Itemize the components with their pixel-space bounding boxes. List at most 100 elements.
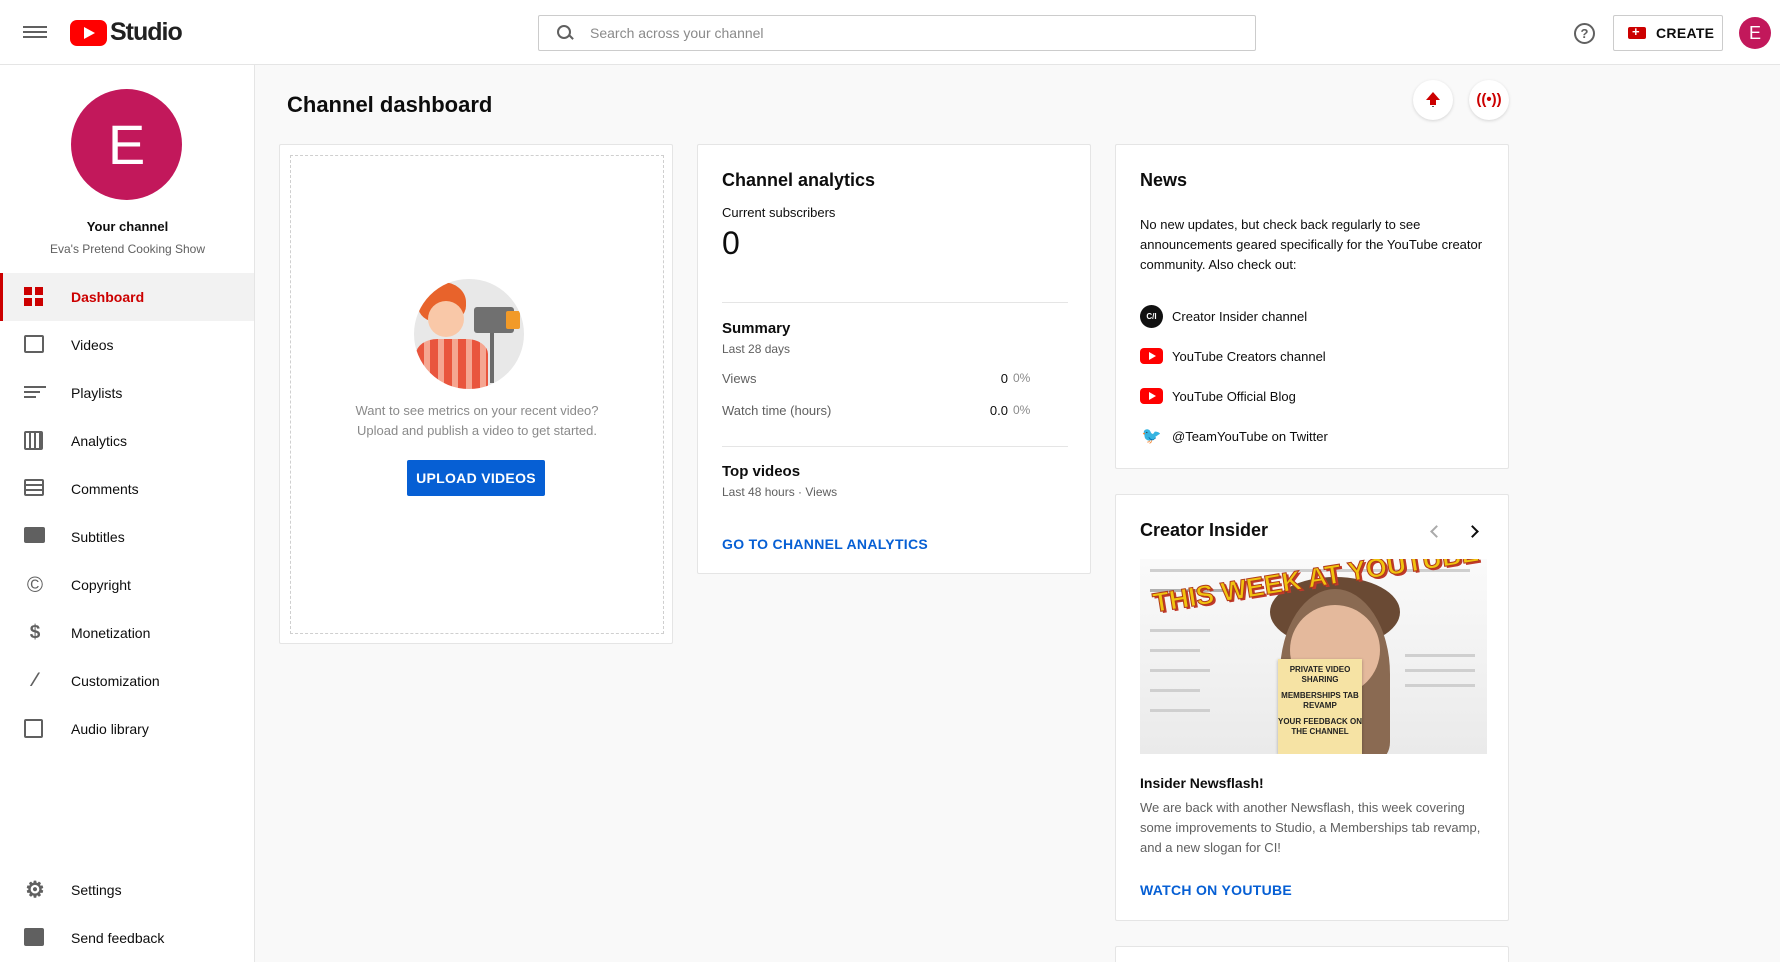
upload-card: Want to see metrics on your recent video… — [279, 144, 673, 644]
metric-label: Views — [722, 371, 757, 386]
copyright-icon: © — [26, 572, 44, 597]
dashboard-icon — [24, 287, 43, 306]
news-link-label: @TeamYouTube on Twitter — [1172, 428, 1328, 444]
sidebar-item-customization[interactable]: ⁄ Customization — [0, 657, 254, 705]
news-text: No new updates, but check back regularly… — [1140, 217, 1483, 272]
upload-button[interactable] — [1413, 80, 1453, 120]
page-title: Channel dashboard — [287, 92, 493, 117]
youtube-icon — [1140, 388, 1163, 404]
sidebar-item-monetization[interactable]: $ Monetization — [0, 609, 254, 657]
sidebar-item-label: Analytics — [71, 433, 128, 449]
video-title: Insider Newsflash! — [1140, 775, 1264, 791]
sidebar-item-audio-library[interactable]: Audio library — [0, 705, 254, 753]
video-thumbnail[interactable]: PRIVATE VIDEO SHARING MEMBERSHIPS TAB RE… — [1140, 559, 1487, 754]
upload-videos-button[interactable]: UPLOAD VIDEOS — [407, 460, 545, 496]
channel-avatar[interactable]: E — [71, 89, 182, 200]
videos-icon — [24, 335, 44, 353]
subscribers-value: 0 — [722, 225, 740, 261]
sidebar-item-label: Playlists — [71, 385, 123, 401]
card-title: News — [1140, 170, 1188, 190]
upload-help-line: Upload and publish a video to get starte… — [357, 423, 597, 438]
channel-title: Your channel — [86, 219, 169, 234]
creator-insider-card: Creator Insider PRIVATE VIDEO SHARING ME… — [1115, 494, 1509, 921]
top-videos-period: Last 48 hours · Views — [722, 485, 838, 499]
account-avatar[interactable]: E — [1739, 17, 1771, 49]
card-title: Creator Insider — [1140, 520, 1269, 540]
channel-analytics-card: Channel analytics Current subscribers 0 … — [697, 144, 1091, 574]
youtube-logo-icon — [70, 19, 107, 46]
divider — [722, 446, 1068, 447]
thumbnail-note-line: YOUR FEEDBACK ON THE CHANNEL — [1278, 717, 1363, 736]
subtitles-icon — [24, 527, 45, 543]
teamyoutube-twitter-link[interactable]: 🐦 @TeamYouTube on Twitter — [1140, 425, 1328, 447]
videographer-illustration — [414, 279, 524, 389]
divider — [722, 302, 1068, 303]
news-link-label: YouTube Creators channel — [1172, 348, 1326, 364]
metric-value: 0.0 — [989, 403, 1008, 418]
sidebar-item-dashboard[interactable]: Dashboard — [0, 273, 254, 321]
upload-dropzone — [290, 155, 664, 634]
sidebar-item-copyright[interactable]: © Copyright — [0, 561, 254, 609]
previous-arrow-icon[interactable] — [1422, 519, 1446, 543]
menu-icon[interactable] — [23, 23, 47, 41]
search-box[interactable] — [538, 15, 1256, 51]
logo-text: Studio — [110, 18, 183, 46]
sidebar-item-analytics[interactable]: Analytics — [0, 417, 254, 465]
news-link-label: Creator Insider channel — [1172, 308, 1308, 324]
search-input[interactable] — [590, 25, 1255, 41]
settings-icon: ⚙ — [25, 877, 45, 902]
sidebar-item-label: Dashboard — [71, 289, 145, 305]
thumbnail-note-line: MEMBERSHIPS TAB REVAMP — [1281, 691, 1359, 710]
monetization-icon: $ — [29, 622, 41, 643]
thumbnail-note: PRIVATE VIDEO SHARING MEMBERSHIPS TAB RE… — [1278, 659, 1362, 754]
studio-logo[interactable]: Studio — [70, 18, 183, 47]
twitter-icon: 🐦 — [1141, 427, 1162, 445]
upload-help-line: Want to see metrics on your recent video… — [355, 403, 599, 418]
live-icon: ((•)) — [1476, 91, 1502, 108]
go-to-channel-analytics-link[interactable]: GO TO CHANNEL ANALYTICS — [722, 536, 928, 552]
sidebar-item-subtitles[interactable]: Subtitles — [0, 513, 254, 561]
news-card: News No new updates, but check back regu… — [1115, 144, 1509, 469]
subscribers-label: Current subscribers — [722, 205, 836, 220]
sidebar-item-label: Copyright — [71, 577, 131, 593]
feedback-icon — [24, 928, 44, 946]
next-arrow-icon[interactable] — [1462, 519, 1486, 543]
playlists-icon — [24, 383, 46, 403]
customization-icon: ⁄ — [33, 670, 37, 691]
upload-help-text: Want to see metrics on your recent video… — [280, 401, 674, 441]
watch-on-youtube-link[interactable]: WATCH ON YOUTUBE — [1140, 882, 1292, 898]
summary-period: Last 28 days — [722, 342, 791, 356]
help-icon[interactable]: ? — [1574, 23, 1595, 44]
news-link-label: YouTube Official Blog — [1172, 388, 1296, 404]
metric-label: Watch time (hours) — [722, 403, 832, 418]
create-video-icon — [1628, 24, 1646, 39]
channel-name: Eva's Pretend Cooking Show — [49, 242, 206, 256]
sidebar-item-label: Send feedback — [71, 930, 165, 946]
sidebar-item-label: Customization — [71, 673, 160, 689]
youtube-creators-channel-link[interactable]: YouTube Creators channel — [1140, 345, 1326, 367]
create-button[interactable]: CREATE — [1613, 15, 1723, 51]
go-live-button[interactable]: ((•)) — [1469, 80, 1509, 120]
comments-icon — [24, 479, 44, 496]
sidebar-item-label: Settings — [71, 882, 122, 898]
card-title: Channel analytics — [722, 170, 876, 190]
metric-change: 0% — [1013, 403, 1031, 417]
sidebar-item-send-feedback[interactable]: Send feedback — [0, 914, 254, 962]
thumbnail-note-line: PRIVATE VIDEO SHARING — [1289, 665, 1351, 684]
metric-change: 0% — [1013, 371, 1031, 385]
sidebar-item-settings[interactable]: ⚙ Settings — [0, 866, 254, 914]
youtube-official-blog-link[interactable]: YouTube Official Blog — [1140, 385, 1296, 407]
upload-icon — [1426, 92, 1440, 108]
metric-value: 0 — [1000, 371, 1008, 386]
create-label: CREATE — [1656, 25, 1715, 41]
youtube-icon — [1140, 348, 1163, 364]
sidebar-item-playlists[interactable]: Playlists — [0, 369, 254, 417]
sidebar-item-videos[interactable]: Videos — [0, 321, 254, 369]
sidebar-item-label: Videos — [71, 337, 114, 353]
sidebar-item-label: Subtitles — [71, 529, 125, 545]
next-card — [1115, 946, 1509, 962]
analytics-icon — [24, 431, 43, 450]
sidebar-item-label: Monetization — [71, 625, 151, 641]
creator-insider-channel-link[interactable]: C/I Creator Insider channel — [1140, 304, 1308, 328]
sidebar-item-comments[interactable]: Comments — [0, 465, 254, 513]
